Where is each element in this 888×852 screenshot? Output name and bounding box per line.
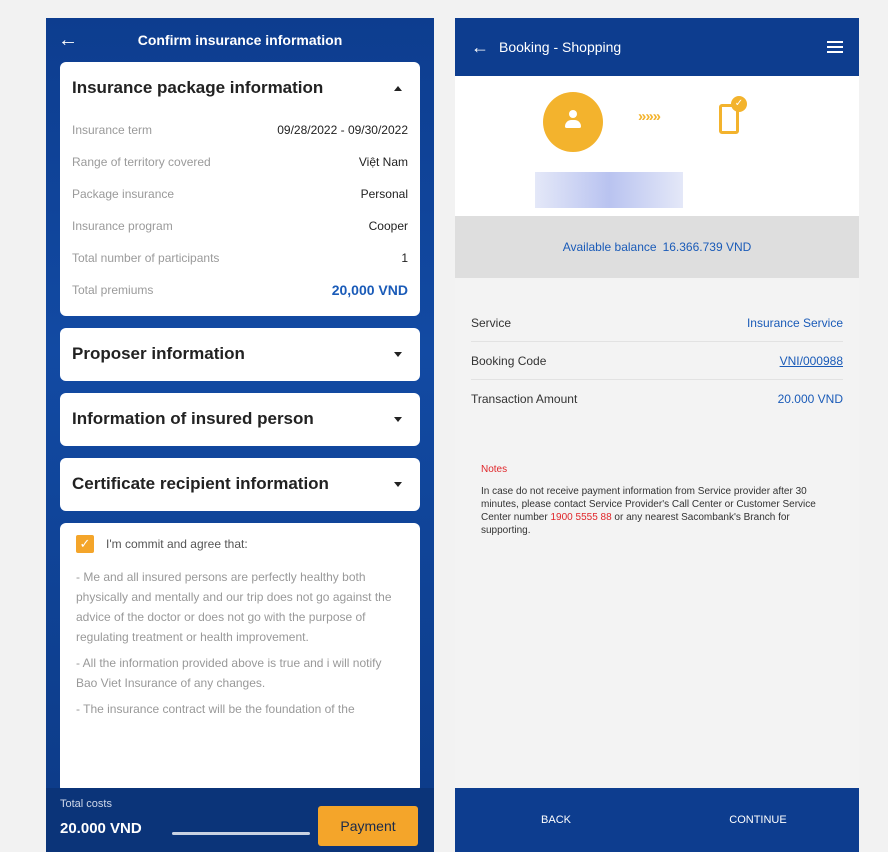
checkbox-checked-icon[interactable]: ✓ [76, 535, 94, 553]
booking-shopping-screen: ← Booking - Shopping »»» ✓ Available bal… [455, 18, 859, 852]
total-premiums-value: 20,000 VND [331, 282, 408, 298]
info-row-package: Package insurance Personal [60, 178, 420, 210]
right-header: ← Booking - Shopping [455, 18, 859, 76]
avatar-body [565, 120, 581, 128]
info-row-territory: Range of territory covered Việt Nam [60, 146, 420, 178]
detail-value: 20.000 VND [777, 392, 843, 406]
page-title: Confirm insurance information [137, 32, 343, 48]
check-badge-icon: ✓ [731, 96, 747, 112]
transfer-arrows-icon: »»» [638, 108, 661, 125]
agree-checkbox-row[interactable]: ✓ I'm commit and agree that: [76, 535, 404, 553]
back-button[interactable]: BACK [455, 814, 657, 826]
confirm-insurance-screen: ← Confirm insurance information Insuranc… [46, 18, 434, 852]
total-costs-amount: 20.000 VND [60, 820, 142, 837]
insured-person-section[interactable]: Information of insured person [60, 393, 420, 446]
commit-paragraph: - The insurance contract will be the fou… [76, 702, 355, 716]
row-label: Range of territory covered [72, 155, 211, 169]
hotline-number[interactable]: 1900 5555 88 [550, 512, 611, 523]
row-label: Insurance term [72, 123, 153, 137]
left-header: ← Confirm insurance information [46, 18, 434, 62]
notes-section: Notes In case do not receive payment inf… [481, 464, 833, 537]
booking-code-link[interactable]: VNI/000988 [780, 354, 843, 368]
row-label: Total premiums [72, 283, 154, 297]
row-value: 09/28/2022 - 09/30/2022 [277, 123, 408, 137]
expand-icon[interactable] [394, 481, 402, 487]
section-title: Information of insured person [72, 409, 314, 428]
proposer-info-section[interactable]: Proposer information [60, 328, 420, 381]
page-title: Booking - Shopping [499, 39, 622, 55]
expand-icon[interactable] [394, 416, 402, 422]
detail-label: Transaction Amount [471, 392, 578, 406]
detail-row-service: Service Insurance Service [471, 304, 843, 342]
detail-label: Service [471, 315, 512, 330]
info-row-term: Insurance term 09/28/2022 - 09/30/2022 [60, 114, 420, 146]
payment-footer: Total costs 20.000 VND Payment [46, 788, 434, 852]
notes-title: Notes [481, 464, 508, 475]
info-row-participants: Total number of participants 1 [60, 242, 420, 274]
notes-body: In case do not receive payment informati… [481, 485, 833, 537]
available-balance-bar: Available balance 16.366.739 VND [455, 216, 859, 278]
navigation-footer: BACK CONTINUE [455, 788, 859, 852]
package-card-header[interactable]: Insurance package information [60, 62, 420, 114]
payment-button[interactable]: Payment [318, 806, 418, 846]
section-header[interactable]: Proposer information [60, 328, 420, 380]
row-label: Insurance program [72, 219, 173, 233]
detail-row-booking-code: Booking Code VNI/000988 [471, 342, 843, 380]
section-header[interactable]: Certificate recipient information [60, 458, 420, 510]
commit-paragraph: - Me and all insured persons are perfect… [76, 570, 392, 644]
row-value: 1 [401, 251, 408, 265]
back-arrow-icon[interactable]: ← [471, 37, 499, 58]
back-arrow-icon[interactable]: ← [58, 29, 86, 52]
transaction-details: Service Insurance Service Booking Code V… [455, 278, 859, 418]
collapse-icon[interactable] [394, 85, 402, 91]
blurred-account-name [535, 172, 683, 208]
expand-icon[interactable] [394, 351, 402, 357]
hamburger-menu-icon[interactable] [827, 41, 843, 53]
info-row-program: Insurance program Cooper [60, 210, 420, 242]
package-card-title: Insurance package information [72, 78, 324, 97]
agree-label: I'm commit and agree that: [106, 537, 248, 551]
continue-button[interactable]: CONTINUE [657, 814, 859, 826]
row-label: Total number of participants [72, 251, 220, 265]
transfer-hero: »»» ✓ [455, 76, 859, 216]
section-title: Proposer information [72, 344, 245, 363]
row-value: Personal [360, 187, 408, 201]
section-header[interactable]: Information of insured person [60, 393, 420, 445]
home-indicator [172, 832, 310, 835]
total-costs-label: Total costs [60, 798, 112, 810]
info-row-premiums: Total premiums 20,000 VND [60, 274, 420, 306]
detail-row-amount: Transaction Amount 20.000 VND [471, 380, 843, 418]
commit-paragraph: - All the information provided above is … [76, 656, 382, 690]
avatar-head [569, 110, 577, 118]
balance-label: Available balance [562, 240, 657, 254]
commitment-card: ✓ I'm commit and agree that: - Me and al… [60, 523, 420, 793]
row-value: Việt Nam [358, 155, 408, 169]
balance-amount: 16.366.739 VND [662, 240, 752, 254]
row-value: Cooper [368, 219, 408, 233]
detail-label: Booking Code [471, 353, 547, 368]
section-title: Certificate recipient information [72, 474, 329, 493]
row-label: Package insurance [72, 187, 175, 201]
user-avatar-icon [543, 92, 603, 152]
detail-value: Insurance Service [746, 315, 843, 330]
certificate-recipient-section[interactable]: Certificate recipient information [60, 458, 420, 511]
insurance-package-card: Insurance package information Insurance … [60, 62, 420, 316]
